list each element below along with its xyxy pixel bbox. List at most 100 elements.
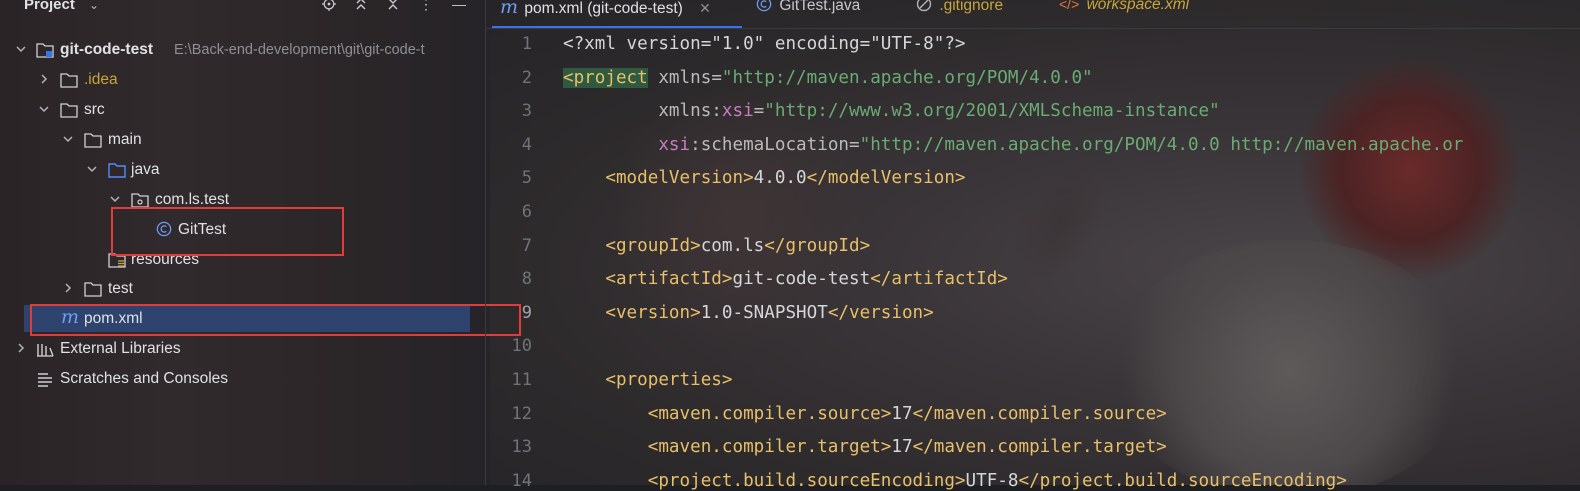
tab-workspace-xml[interactable]: </> workspace.xml [1059, 0, 1189, 14]
editor-code-area[interactable]: <?xml version="1.0" encoding="UTF-8"?> <p… [563, 30, 1580, 491]
locate-icon[interactable] [320, 0, 338, 13]
code-line[interactable]: <version>1.0-SNAPSHOT</version> [563, 302, 934, 323]
ignore-icon [916, 0, 932, 12]
chevron-down-icon[interactable]: ⌄ [89, 0, 99, 12]
code-token: "http://www.w3.org/2001/XMLSchema-instan… [764, 101, 1220, 122]
code-token: UTF-8 [965, 470, 1019, 491]
code-token: <artifactId> [563, 269, 733, 290]
code-line[interactable]: <maven.compiler.target>17</maven.compile… [563, 437, 1167, 457]
code-token: "http://maven.apache.org/POM/4.0.0 http:… [859, 134, 1464, 155]
code-line[interactable]: <artifactId>git-code-test</artifactId> [563, 269, 1008, 289]
project-tool-window: Project ⌄ ⋮ — git-code-test E:\Back-end-… [0, 0, 521, 485]
code-token: xsi [658, 134, 691, 155]
code-line[interactable]: <project xmlns="http://maven.apache.org/… [563, 67, 1093, 88]
tab-gittest-java[interactable]: GitTest.java [756, 0, 860, 15]
folder-icon [84, 133, 102, 148]
close-icon[interactable]: ✕ [699, 0, 711, 16]
source-folder-icon [108, 163, 126, 178]
chevron-down-icon[interactable] [109, 193, 121, 205]
expand-all-icon[interactable] [352, 0, 370, 13]
project-panel-title[interactable]: Project [24, 0, 75, 13]
package-icon [131, 193, 149, 208]
line-number: 10 [511, 336, 532, 357]
tab-label: workspace.xml [1086, 0, 1190, 13]
tree-item-main[interactable]: main [0, 126, 485, 156]
code-token: 1.0-SNAPSHOT [700, 302, 828, 323]
library-icon [37, 344, 54, 357]
code-line[interactable]: <properties> [563, 370, 732, 390]
code-line[interactable]: <?xml version="1.0" encoding="UTF-8"?> [563, 34, 966, 54]
chevron-down-icon[interactable] [38, 103, 50, 115]
code-token: : [711, 101, 722, 122]
line-number: 3 [521, 101, 532, 122]
code-token: <version> [563, 302, 701, 323]
tree-item-idea[interactable]: .idea [0, 66, 485, 96]
code-token: </groupId> [764, 235, 871, 256]
editor-gutter: 1 2 3 4 5 6 7 8 9 10 11 12 13 14 [486, 30, 560, 491]
code-token: 4.0.0 [753, 168, 807, 189]
code-line[interactable]: <modelVersion>4.0.0</modelVersion> [563, 168, 966, 189]
code-token: com.ls [700, 235, 765, 256]
tree-item-label: main [108, 131, 142, 148]
tree-item-external-libraries[interactable]: External Libraries [0, 335, 485, 365]
tab-pom-xml[interactable]: m pom.xml (git-code-test) ✕ [500, 0, 711, 18]
minimize-icon[interactable]: — [450, 0, 468, 13]
code-line[interactable]: <groupId>com.ls</groupId> [563, 236, 870, 256]
tree-item-test[interactable]: test [0, 275, 485, 305]
chevron-down-icon[interactable] [86, 163, 98, 175]
annotation-box-pom [30, 304, 521, 336]
code-token: xmlns [563, 101, 712, 122]
code-line[interactable]: xsi:schemaLocation="http://maven.apache.… [563, 135, 1463, 155]
chevron-right-icon[interactable] [62, 282, 74, 294]
annotation-box-gittest [111, 207, 344, 256]
chevron-down-icon[interactable] [15, 43, 27, 55]
code-token: xsi [721, 101, 754, 122]
line-number: 11 [511, 370, 532, 390]
scratches-icon [38, 373, 52, 387]
line-number: 5 [521, 168, 532, 189]
code-token: git-code-test [732, 269, 871, 290]
module-folder-icon [36, 43, 54, 58]
line-number: 4 [521, 134, 532, 155]
tab-label: .gitignore [939, 0, 1004, 14]
line-number: 9 [521, 302, 532, 323]
tree-item-scratches[interactable]: Scratches and Consoles [0, 365, 485, 395]
tree-item-label: java [131, 161, 160, 178]
collapse-all-icon[interactable] [384, 0, 402, 13]
code-token: = [711, 67, 722, 88]
code-token: </modelVersion> [806, 168, 966, 189]
active-tab-indicator [492, 26, 742, 28]
tree-item-src[interactable]: src [0, 96, 485, 126]
code-line[interactable]: <maven.compiler.source>17</maven.compile… [563, 404, 1167, 424]
project-panel-header: Project ⌄ ⋮ — [0, 0, 485, 14]
tree-item-java[interactable]: java [0, 156, 485, 186]
folder-icon [60, 73, 78, 88]
chevron-down-icon[interactable] [62, 133, 74, 145]
tab-label: pom.xml (git-code-test) [524, 0, 683, 17]
code-token: :schemaLocation [690, 134, 850, 155]
code-token: <project [563, 67, 648, 88]
code-token: <?xml version="1.0" encoding="UTF-8"?> [563, 34, 966, 54]
code-token: <maven.compiler.source> [563, 403, 892, 424]
tree-item-git-code-test[interactable]: git-code-test E:\Back-end-development\gi… [0, 36, 485, 66]
folder-icon [84, 282, 102, 297]
folder-icon [60, 103, 78, 118]
tab-gitignore[interactable]: .gitignore [916, 0, 1003, 15]
line-number: 8 [521, 269, 532, 290]
code-line[interactable]: <project.build.sourceEncoding>UTF-8</pro… [563, 471, 1347, 491]
code-token: </version> [827, 302, 934, 323]
code-token: </maven.compiler.target> [912, 437, 1167, 458]
tree-item-label: .idea [84, 71, 118, 88]
chevron-right-icon[interactable] [38, 73, 50, 85]
code-token: </artifactId> [870, 269, 1008, 290]
line-number: 6 [521, 202, 532, 222]
project-path: E:\Back-end-development\git\git-code-t [174, 42, 425, 58]
options-icon[interactable]: ⋮ [417, 0, 435, 13]
line-number: 14 [511, 470, 532, 491]
code-line[interactable]: xmlns:xsi="http://www.w3.org/2001/XMLSch… [563, 101, 1220, 122]
line-number: 7 [521, 235, 532, 256]
code-token: 17 [891, 437, 913, 458]
chevron-right-icon[interactable] [15, 342, 27, 354]
code-token: <groupId> [563, 235, 701, 256]
